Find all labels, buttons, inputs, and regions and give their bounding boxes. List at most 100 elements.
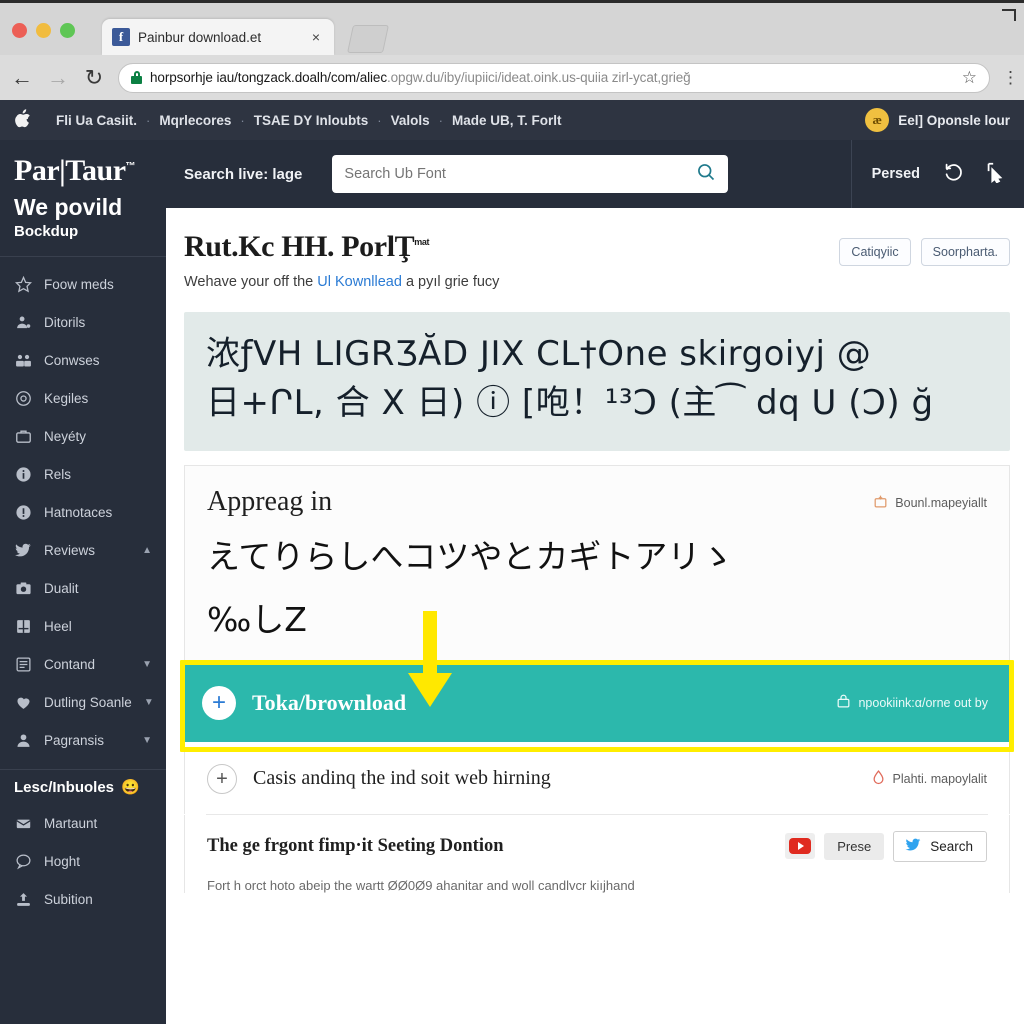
maximize-window-button[interactable] bbox=[60, 23, 75, 38]
apple-logo-icon bbox=[14, 108, 31, 132]
search-section-label: Search live: lage bbox=[184, 165, 303, 183]
sidebar-item-dualit[interactable]: Dualit bbox=[0, 569, 166, 607]
sidebar-item-label: Heel bbox=[44, 618, 72, 634]
glyph-preview-line-1: 浓ƒVH LIGRƷĂD JIX CL†One skirgoiyj @ bbox=[206, 334, 872, 374]
chevron-down-icon[interactable]: ▼ bbox=[142, 659, 152, 670]
soorpharta-button[interactable]: Soorpharta. bbox=[920, 238, 1010, 266]
sidebar-item-pagransis[interactable]: Pagransis ▼ bbox=[0, 721, 166, 759]
twitter-search-button[interactable]: Search bbox=[893, 830, 987, 862]
inbox-icon bbox=[14, 814, 32, 832]
font-search-box[interactable] bbox=[332, 155, 729, 193]
person-gear-icon bbox=[14, 313, 32, 331]
sidebar-item-conwses[interactable]: Conwses bbox=[0, 341, 166, 379]
topnav-item-3[interactable]: Valols bbox=[382, 113, 439, 128]
history-icon[interactable] bbox=[942, 161, 964, 188]
download-meta-label: npookiink:α/orne out by bbox=[858, 695, 988, 710]
accordion-row-casis[interactable]: + Casis andinq the ind soit web hirning … bbox=[184, 741, 1010, 814]
address-bar[interactable]: horpsorhje iau/tongzack.doalh/com/aliec.… bbox=[118, 62, 990, 93]
page-title-superscript: mat bbox=[414, 237, 430, 247]
chevron-down-icon[interactable]: ▼ bbox=[142, 735, 152, 746]
download-meta-link[interactable]: npookiink:α/orne out by bbox=[836, 694, 988, 712]
browser-menu-icon[interactable]: ⋮ bbox=[1002, 68, 1019, 88]
user-icon bbox=[14, 731, 32, 749]
sidebar-item-contand[interactable]: Contand ▼ bbox=[0, 645, 166, 683]
sidebar-item-label: Hoght bbox=[44, 853, 81, 869]
accordion-meta-label: Plahti. mapoylalit bbox=[892, 771, 988, 786]
brand-text: Par|Taur bbox=[14, 154, 126, 187]
sidebar-item-label: Subition bbox=[44, 891, 93, 907]
minimize-window-button[interactable] bbox=[36, 23, 51, 38]
sidebar-item-hoght[interactable]: Hoght bbox=[0, 842, 166, 880]
tab-close-icon[interactable]: × bbox=[308, 29, 324, 45]
window-controls[interactable] bbox=[12, 23, 75, 38]
factory-icon bbox=[14, 617, 32, 635]
sidebar-item-label: Foow meds bbox=[44, 276, 114, 292]
page-header: Rut.Kc HH. PorlŢmat Wehave your off the … bbox=[184, 230, 1010, 290]
sidebar-item-label: Dualit bbox=[44, 580, 79, 596]
sidebar-item-reviews[interactable]: Reviews ▲ bbox=[0, 531, 166, 569]
chevron-up-icon[interactable]: ▲ bbox=[142, 545, 152, 556]
sidebar: Par|Taur™ We povild Bockdup Foow meds Di… bbox=[0, 140, 166, 1024]
sidebar-item-dutling-soanle[interactable]: Dutling Soanle ▼ bbox=[0, 683, 166, 721]
topnav-item-2[interactable]: TSAE DY Inloubts bbox=[245, 113, 378, 128]
brand-logo[interactable]: Par|Taur™ bbox=[14, 154, 135, 188]
font-sample-card: Appreag in Bounl.mapeyiallt えてりらしへコツやとカギ… bbox=[184, 464, 1010, 707]
secure-lock-icon bbox=[131, 71, 142, 84]
chevron-down-icon[interactable]: ▼ bbox=[144, 697, 154, 708]
download-bar[interactable]: + Toka/brownload npookiink:α/orne out by bbox=[184, 663, 1010, 742]
circle-dot-icon bbox=[14, 389, 32, 407]
sidebar-item-martaunt[interactable]: Martaunt bbox=[0, 804, 166, 842]
site-top-bar: Fli Ua Casiit. · Mqrlecores · TSAE DY In… bbox=[0, 100, 1024, 140]
star-icon bbox=[14, 275, 32, 293]
forward-button[interactable]: → bbox=[46, 66, 70, 89]
sidebar-item-label: Hatnotaces bbox=[44, 504, 113, 520]
topnav-item-1[interactable]: Mqrlecores bbox=[150, 113, 240, 128]
search-icon[interactable] bbox=[696, 162, 716, 187]
share-description: Fort h orct hoto abeip the wartt ØØ0Ø9 a… bbox=[184, 869, 1010, 893]
sidebar-item-ditorils[interactable]: Ditorils bbox=[0, 303, 166, 341]
account-label: Eel] Oponsle lour bbox=[898, 112, 1010, 128]
accordion-meta-link[interactable]: Plahti. mapoylalit bbox=[871, 769, 988, 788]
press-button[interactable]: Prese bbox=[824, 832, 885, 860]
sidebar-tagline-primary: We povild bbox=[14, 194, 123, 220]
topnav-item-4[interactable]: Made UB, T. Forlt bbox=[443, 113, 571, 128]
sidebar-item-kegiles[interactable]: Kegiles bbox=[0, 379, 166, 417]
sidebar-item-label: Kegiles bbox=[44, 390, 89, 406]
sidebar-item-subition[interactable]: Subition bbox=[0, 880, 166, 918]
youtube-icon[interactable] bbox=[785, 833, 816, 860]
share-row: The ge frgont fimp·it Seeting Dontion Pr… bbox=[184, 814, 1010, 870]
persed-label[interactable]: Persed bbox=[872, 166, 920, 182]
sidebar-item-hatnotaces[interactable]: Hatnotaces bbox=[0, 493, 166, 531]
sidebar-item-rels[interactable]: Rels bbox=[0, 455, 166, 493]
close-window-button[interactable] bbox=[12, 23, 27, 38]
new-tab-button[interactable] bbox=[347, 25, 389, 53]
browser-tab[interactable]: f Painbur download.et × bbox=[102, 19, 334, 55]
sample-meta-link[interactable]: Bounl.mapeyiallt bbox=[873, 486, 987, 512]
smiley-emoji-icon: 😀 bbox=[121, 779, 140, 796]
bookmark-star-icon[interactable]: ☆ bbox=[962, 68, 977, 88]
download-box-icon bbox=[873, 494, 888, 512]
download-label: Toka/brownload bbox=[252, 689, 407, 715]
upload-icon bbox=[14, 890, 32, 908]
address-bar-url: horpsorhje iau/tongzack.doalh/com/aliec.… bbox=[150, 70, 954, 85]
sidebar-nav-list: Foow meds Ditorils Conwses Kegiles Neyé… bbox=[0, 257, 166, 918]
back-button[interactable]: ← bbox=[10, 66, 34, 89]
topnav-item-0[interactable]: Fli Ua Casiit. bbox=[47, 113, 146, 128]
twitter-search-label: Search bbox=[930, 838, 973, 854]
reload-button[interactable]: ↻ bbox=[82, 66, 106, 89]
page-title-text: Rut.Kc HH. PorlŢ bbox=[184, 230, 415, 263]
search-input[interactable] bbox=[344, 166, 697, 182]
sidebar-item-neyety[interactable]: Neyéty bbox=[0, 417, 166, 455]
sidebar-item-heel[interactable]: Heel bbox=[0, 607, 166, 645]
cursor-icon[interactable] bbox=[984, 161, 1006, 188]
list-icon bbox=[14, 655, 32, 673]
subtitle-link[interactable]: Ul Kownllead bbox=[317, 274, 402, 290]
catiqyiic-button[interactable]: Catiqyiic bbox=[839, 238, 911, 266]
top-bar-account[interactable]: æ Eel] Oponsle lour bbox=[865, 108, 1010, 132]
sidebar-item-foow-meds[interactable]: Foow meds bbox=[0, 265, 166, 303]
font-sample-title: Appreag in bbox=[207, 485, 333, 517]
sidebar-item-label: Dutling Soanle bbox=[44, 694, 132, 710]
page-header-left: Rut.Kc HH. PorlŢmat Wehave your off the … bbox=[184, 230, 839, 290]
window-restore-icon[interactable] bbox=[1002, 9, 1016, 21]
sample-glyph-line-2: ‰しZ bbox=[207, 600, 307, 640]
